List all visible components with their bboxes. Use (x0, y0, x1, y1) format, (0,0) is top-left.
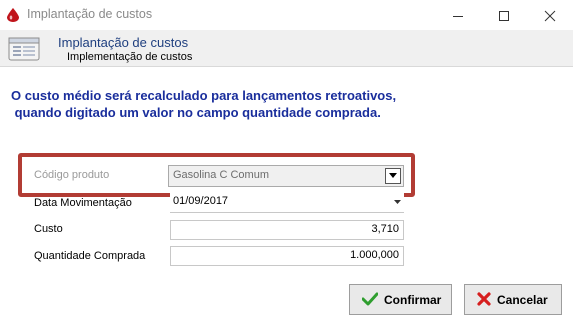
header-subtitle: Implementação de custos (67, 51, 193, 63)
product-label: Código produto (34, 169, 110, 181)
info-message: O custo médio será recalculado para lanç… (11, 87, 461, 121)
close-icon (544, 10, 556, 22)
cost-label: Custo (34, 223, 63, 235)
header-panel: Implantação de custos Implementação de c… (0, 30, 573, 67)
red-drop-icon (7, 8, 19, 22)
button-bar: Confirmar Cancelar (0, 276, 573, 316)
maximize-button[interactable] (481, 0, 527, 30)
confirm-button[interactable]: Confirmar (349, 284, 452, 315)
green-check-icon (362, 292, 378, 306)
red-x-icon (477, 292, 491, 306)
cancel-button-label: Cancelar (497, 293, 548, 307)
chevron-down-icon[interactable] (394, 200, 401, 204)
form-window-icon (8, 37, 40, 61)
quantity-label: Quantidade Comprada (34, 250, 146, 262)
info-line-2: quando digitado um valor no campo quanti… (11, 105, 381, 120)
minimize-button[interactable] (435, 0, 481, 30)
cancel-button[interactable]: Cancelar (464, 284, 562, 315)
maximize-icon (499, 11, 509, 21)
quantity-field[interactable]: 1.000,000 (170, 246, 404, 266)
quantity-value: 1.000,000 (350, 249, 399, 261)
title-bar: Implantação de custos (0, 0, 573, 30)
date-field[interactable]: 01/09/2017 (170, 193, 404, 213)
confirm-button-label: Confirmar (384, 293, 442, 307)
minimize-icon (453, 16, 463, 17)
date-value: 01/09/2017 (173, 195, 229, 207)
chevron-down-icon (389, 173, 397, 178)
window-title: Implantação de custos (27, 7, 153, 21)
header-title: Implantação de custos (58, 35, 189, 50)
product-combo-value: Gasolina C Comum (173, 169, 269, 181)
info-line-1: O custo médio será recalculado para lanç… (11, 88, 397, 103)
cost-field[interactable]: 3,710 (170, 220, 404, 240)
close-button[interactable] (527, 0, 573, 30)
date-label: Data Movimentação (34, 197, 132, 209)
cost-value: 3,710 (371, 223, 399, 235)
product-combo-dropdown-button[interactable] (385, 168, 401, 184)
product-combo[interactable]: Gasolina C Comum (168, 165, 404, 187)
